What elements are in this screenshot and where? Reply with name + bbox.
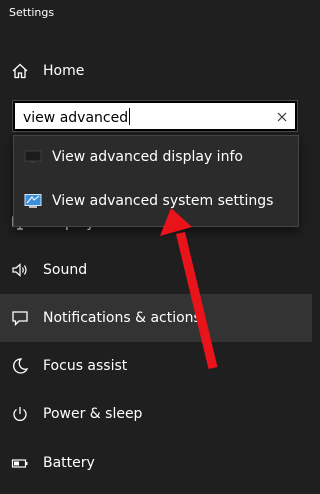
nav-label-power: Power & sleep: [43, 406, 143, 422]
suggestion-label: View advanced system settings: [52, 193, 274, 209]
battery-icon: [11, 454, 29, 472]
search-input[interactable]: view advanced: [12, 100, 298, 132]
home-icon: [11, 62, 29, 80]
power-icon: [11, 405, 29, 423]
nav-label-focus-assist: Focus assist: [43, 358, 128, 374]
text-caret: [129, 108, 131, 125]
monitor-icon: [24, 149, 42, 165]
window-title: Settings: [9, 6, 55, 19]
nav-label-home: Home: [43, 63, 85, 79]
search-suggestions-dropdown: View advanced display info View advanced…: [13, 135, 299, 227]
settings-window: Settings Home Display Soun: [0, 0, 312, 494]
speaker-icon: [11, 261, 29, 279]
nav-label-sound: Sound: [43, 262, 88, 278]
suggestion-display-info[interactable]: View advanced display info: [14, 136, 298, 180]
nav-item-focus-assist[interactable]: Focus assist: [0, 342, 312, 390]
nav-item-battery[interactable]: Battery: [0, 439, 312, 487]
moon-icon: [11, 357, 29, 375]
nav-item-notifications[interactable]: Notifications & actions: [0, 294, 312, 342]
search-input-value: view advanced: [23, 108, 131, 126]
nav-label-battery: Battery: [43, 455, 95, 471]
suggestion-label: View advanced display info: [52, 149, 243, 165]
nav-item-power[interactable]: Power & sleep: [0, 390, 312, 438]
suggestion-system-settings[interactable]: View advanced system settings: [14, 180, 298, 224]
nav-label-notifications: Notifications & actions: [43, 310, 201, 326]
nav-item-home[interactable]: Home: [0, 47, 312, 95]
message-icon: [11, 309, 29, 327]
nav-item-sound[interactable]: Sound: [0, 246, 312, 294]
system-monitor-icon: [24, 193, 42, 209]
close-icon[interactable]: [275, 109, 289, 123]
